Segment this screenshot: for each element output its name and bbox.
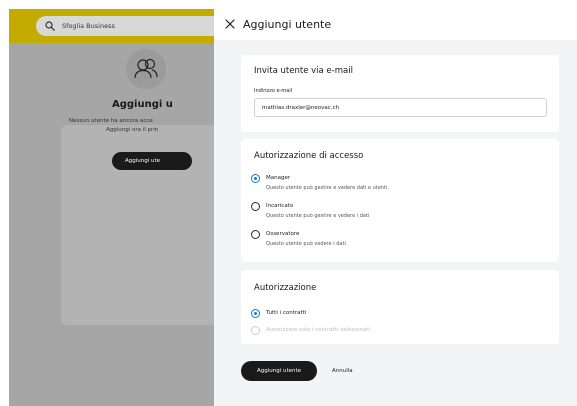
drawer-actions: Aggiungi utente Annulla	[241, 361, 353, 381]
radio-option-selected-contracts: Autorizzare solo i contratti selezionati	[251, 326, 370, 335]
radio-option-incaricato[interactable]: Incaricato Questo utente può gestire e v…	[251, 202, 369, 219]
invite-section-title: Invita utente via e-mail	[254, 66, 353, 76]
email-field[interactable]	[254, 98, 547, 117]
search-box[interactable]: Sfoglia Business	[36, 16, 226, 36]
empty-state-title: Aggiungi u	[112, 99, 173, 110]
cancel-button[interactable]: Annulla	[332, 368, 353, 374]
radio-button[interactable]	[251, 174, 260, 183]
empty-state-description: Nessun utente ha ancora acce	[69, 118, 153, 124]
screen: Sfoglia Business Aggiungi u Nessun utent…	[9, 9, 577, 406]
invite-section: Invita utente via e-mail Indirizzo e-mai…	[241, 55, 559, 132]
radio-option-manager[interactable]: Manager Questo utente può gestire e vede…	[251, 174, 389, 191]
authorization-section-title: Autorizzazione	[254, 283, 317, 293]
radio-button[interactable]	[251, 202, 260, 211]
radio-label: Autorizzare solo i contratti selezionati	[266, 327, 370, 333]
authorization-section: Autorizzazione Tutti i contratti Autoriz…	[241, 270, 559, 344]
add-user-drawer: Aggiungi utente Invita utente via e-mail…	[214, 9, 577, 406]
add-user-button[interactable]: Aggiungi utente	[241, 361, 317, 381]
radio-label: Osservatore	[266, 231, 300, 237]
empty-state-description: Aggiungi ora il prin	[106, 127, 159, 133]
users-icon	[126, 49, 166, 89]
radio-description: Questo utente può gestire e vedere i dat…	[266, 213, 370, 219]
radio-button[interactable]	[251, 230, 260, 239]
radio-button[interactable]	[251, 309, 260, 318]
access-section-title: Autorizzazione di accesso	[254, 151, 364, 161]
radio-label: Tutti i contratti	[266, 310, 307, 316]
radio-button	[251, 326, 260, 335]
radio-label: Incaricato	[266, 203, 294, 209]
radio-option-osservatore[interactable]: Osservatore Questo utente può vedere i d…	[251, 230, 346, 247]
drawer-title: Aggiungi utente	[243, 18, 332, 31]
search-placeholder: Sfoglia Business	[62, 22, 115, 30]
email-label: Indirizzo e-mail	[254, 88, 293, 94]
radio-description: Questo utente può gestire e vedere dati …	[266, 185, 389, 191]
close-icon[interactable]	[225, 19, 235, 29]
radio-label: Manager	[266, 175, 291, 181]
access-section: Autorizzazione di accesso Manager Questo…	[241, 139, 559, 262]
empty-state-add-user-button[interactable]: Aggiungi ute	[112, 152, 192, 170]
radio-description: Questo utente può vedere i dati	[266, 241, 346, 247]
search-icon	[45, 21, 55, 31]
radio-option-all-contracts[interactable]: Tutti i contratti	[251, 309, 306, 318]
drawer-header: Aggiungi utente	[214, 9, 577, 40]
